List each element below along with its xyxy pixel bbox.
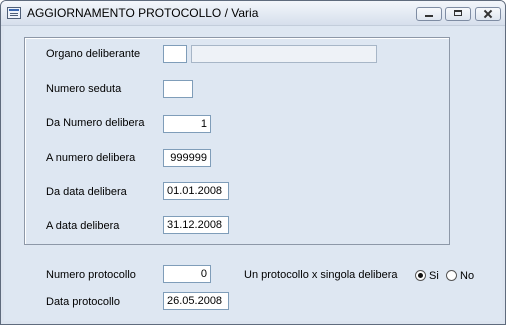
radio-no-label[interactable]: No bbox=[460, 270, 474, 282]
data-protocollo-label: Data protocollo bbox=[46, 296, 120, 308]
radio-no[interactable] bbox=[446, 270, 457, 281]
window-title: AGGIORNAMENTO PROTOCOLLO / Varia bbox=[27, 6, 259, 20]
numero-protocollo-label: Numero protocollo bbox=[46, 269, 136, 281]
organo-description-field bbox=[191, 45, 377, 63]
title-bar[interactable]: AGGIORNAMENTO PROTOCOLLO / Varia bbox=[1, 1, 505, 26]
radio-si[interactable] bbox=[415, 270, 426, 281]
a-numero-field[interactable]: 999999 bbox=[163, 149, 211, 167]
da-data-label: Da data delibera bbox=[46, 186, 127, 198]
close-button[interactable] bbox=[475, 7, 501, 21]
organo-code-field[interactable] bbox=[163, 45, 187, 63]
a-data-label: A data delibera bbox=[46, 220, 120, 232]
da-numero-label: Da Numero delibera bbox=[46, 117, 145, 129]
singola-delibera-label: Un protocollo x singola delibera bbox=[244, 269, 398, 281]
radio-si-label[interactable]: Si bbox=[429, 270, 439, 282]
numero-protocollo-field[interactable]: 0 bbox=[163, 265, 211, 283]
window: AGGIORNAMENTO PROTOCOLLO / Varia Organo … bbox=[0, 0, 506, 325]
minimize-button[interactable] bbox=[416, 7, 442, 21]
da-data-field[interactable]: 01.01.2008 bbox=[163, 182, 229, 200]
seduta-label: Numero seduta bbox=[46, 83, 122, 95]
filter-group-box bbox=[24, 37, 450, 245]
data-protocollo-field[interactable]: 26.05.2008 bbox=[163, 292, 229, 310]
maximize-button[interactable] bbox=[445, 7, 471, 21]
da-numero-field[interactable]: 1 bbox=[163, 115, 211, 133]
a-data-field[interactable]: 31.12.2008 bbox=[163, 216, 229, 234]
form-client-area: Organo deliberante Numero seduta Da Nume… bbox=[4, 26, 502, 321]
window-form-icon[interactable] bbox=[7, 7, 21, 19]
a-numero-label: A numero delibera bbox=[46, 152, 136, 164]
seduta-field[interactable] bbox=[163, 80, 193, 98]
organo-label: Organo deliberante bbox=[46, 48, 141, 60]
